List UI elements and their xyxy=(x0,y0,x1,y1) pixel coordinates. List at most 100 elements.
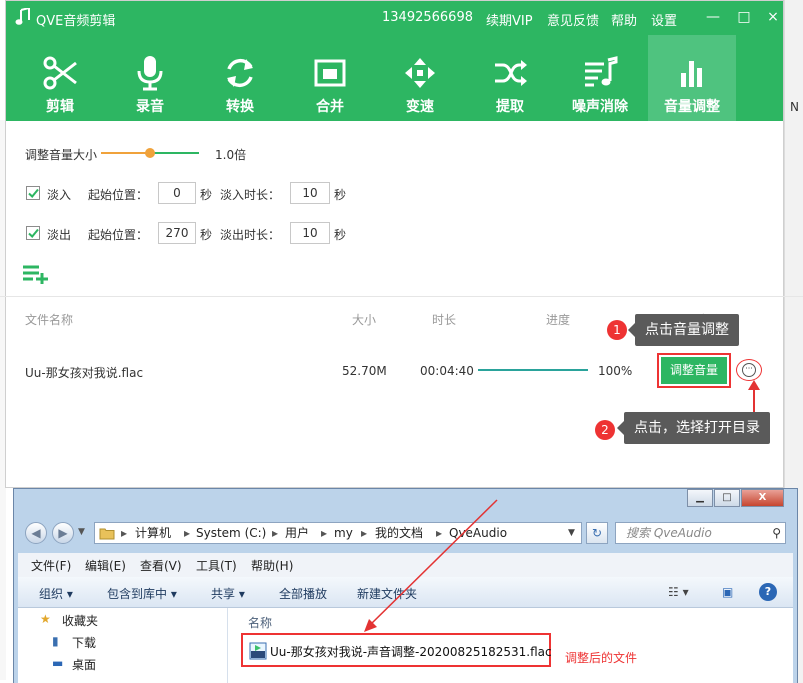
volume-slider-fill xyxy=(101,152,150,154)
preview-pane-icon[interactable]: ▣ xyxy=(722,585,733,599)
tool-volume-adjust[interactable]: 音量调整 xyxy=(648,35,736,121)
close-button[interactable]: × xyxy=(762,6,784,28)
music-note-icon xyxy=(15,8,30,25)
result-file-item[interactable]: Uu-那女孩对我说-声音调整-20200825182531.flac xyxy=(241,633,552,667)
explorer-minimize-button[interactable]: ▁ xyxy=(687,489,713,507)
tool-bar: 剪辑 录音 转换 合并 变速 提取 噪声消除 音量调整 xyxy=(6,35,783,121)
search-input[interactable]: 搜索 QveAudio ⚲ xyxy=(615,522,786,544)
fade-in-checkbox[interactable] xyxy=(26,186,40,200)
breadcrumb-users[interactable]: 用户 xyxy=(285,523,309,543)
adjust-volume-button[interactable]: 调整音量 xyxy=(657,353,731,388)
help-link[interactable]: 帮助 xyxy=(611,10,637,29)
merge-icon xyxy=(314,59,346,87)
nav-favorites[interactable]: 收藏夹 xyxy=(62,612,98,629)
tool-record[interactable]: 录音 xyxy=(106,35,194,121)
explorer-window: ▁ □ X ◀ ▶ ▼ ▸ 计算机 ▸ System (C:) ▸ 用户 ▸ m… xyxy=(13,488,798,683)
forward-button[interactable]: ▶ xyxy=(52,522,74,544)
result-file-name: Uu-那女孩对我说-声音调整-20200825182531.flac xyxy=(270,645,552,659)
fade-in-start-input[interactable]: 0 xyxy=(158,182,196,204)
microphone-icon xyxy=(137,56,163,91)
breadcrumb-qveaudio[interactable]: QveAudio xyxy=(449,523,507,543)
tool-convert[interactable]: 转换 xyxy=(196,35,284,121)
ellipsis-icon: ··· xyxy=(742,363,756,377)
settings-link[interactable]: 设置 xyxy=(651,10,677,29)
cmd-play-all[interactable]: 全部播放 xyxy=(279,585,327,602)
fade-out-duration-unit: 秒 xyxy=(334,228,347,242)
cmd-include-in-library[interactable]: 包含到库中 ▾ xyxy=(107,585,177,602)
volume-slider-knob[interactable] xyxy=(145,148,155,158)
fade-in-start-label: 起始位置： xyxy=(88,188,149,202)
maximize-button[interactable]: □ xyxy=(733,6,755,28)
extract-icon xyxy=(495,60,527,86)
menu-tools[interactable]: 工具(T) xyxy=(196,557,237,574)
row-progress-text: 100% xyxy=(598,364,633,378)
volume-bars-icon xyxy=(681,61,702,87)
renew-vip-link[interactable]: 续期VIP xyxy=(486,10,533,29)
fade-out-duration-label: 淡出时长： xyxy=(220,228,281,242)
add-files-icon[interactable] xyxy=(21,262,49,284)
tool-label: 转换 xyxy=(226,99,254,115)
explorer-maximize-button[interactable]: □ xyxy=(714,489,740,507)
fade-in-label: 淡入 xyxy=(47,188,72,202)
desktop-icon: ▬ xyxy=(52,656,64,670)
tool-extract[interactable]: 提取 xyxy=(466,35,554,121)
search-icon: ⚲ xyxy=(772,526,781,540)
explorer-body: ★ 收藏夹 ▮ 下载 ▬ 桌面 名称 Uu-那女孩对我说-声音调整-202008… xyxy=(18,608,793,683)
star-icon: ★ xyxy=(40,612,51,626)
column-size: 大小 xyxy=(352,313,377,327)
back-button[interactable]: ◀ xyxy=(25,522,47,544)
fade-in-start-unit: 秒 xyxy=(200,188,213,202)
breadcrumb-documents[interactable]: 我的文档 xyxy=(375,523,423,543)
tool-speed[interactable]: 变速 xyxy=(376,35,464,121)
row-progress-bar xyxy=(478,369,588,371)
menu-file[interactable]: 文件(F) xyxy=(31,557,71,574)
minimize-button[interactable]: — xyxy=(702,6,724,28)
row-file-name: Uu-那女孩对我说.flac xyxy=(25,366,144,380)
fade-out-checkbox[interactable] xyxy=(26,226,40,240)
menu-view[interactable]: 查看(V) xyxy=(140,557,182,574)
row-size: 52.70M xyxy=(342,364,387,378)
refresh-icon[interactable]: ↻ xyxy=(586,522,608,544)
column-name-header[interactable]: 名称 xyxy=(248,614,272,631)
fade-out-label: 淡出 xyxy=(47,228,72,242)
explorer-menu-bar: 文件(F) 编辑(E) 查看(V) 工具(T) 帮助(H) xyxy=(18,553,793,577)
breadcrumb-drive[interactable]: System (C:) xyxy=(196,523,266,543)
volume-value: 1.0倍 xyxy=(215,148,247,162)
tool-cut[interactable]: 剪辑 xyxy=(16,35,104,121)
fade-out-start-input[interactable]: 270 xyxy=(158,222,196,244)
fade-out-duration-input[interactable]: 10 xyxy=(290,222,330,244)
tool-merge[interactable]: 合并 xyxy=(286,35,374,121)
cmd-share[interactable]: 共享 ▾ xyxy=(211,585,245,602)
speed-icon xyxy=(405,58,435,88)
noise-icon xyxy=(585,56,618,87)
menu-help[interactable]: 帮助(H) xyxy=(251,557,293,574)
tool-label: 剪辑 xyxy=(46,99,74,115)
cmd-organize[interactable]: 组织 ▾ xyxy=(39,585,73,602)
nav-downloads[interactable]: 下载 xyxy=(72,634,96,651)
cmd-new-folder[interactable]: 新建文件夹 xyxy=(357,585,417,602)
tool-label: 录音 xyxy=(136,99,164,115)
fade-in-duration-input[interactable]: 10 xyxy=(290,182,330,204)
help-icon[interactable]: ? xyxy=(759,583,777,601)
address-dropdown-icon[interactable]: ▼ xyxy=(568,523,575,543)
feedback-link[interactable]: 意见反馈 xyxy=(547,10,599,29)
tool-noise-removal[interactable]: 噪声消除 xyxy=(556,35,644,121)
address-bar[interactable]: ▸ 计算机 ▸ System (C:) ▸ 用户 ▸ my ▸ 我的文档 ▸ Q… xyxy=(94,522,582,544)
more-options-button[interactable]: ··· xyxy=(736,359,762,381)
breadcrumb-user[interactable]: my xyxy=(334,523,353,543)
menu-edit[interactable]: 编辑(E) xyxy=(85,557,126,574)
explorer-close-button[interactable]: X xyxy=(741,489,784,507)
recent-pages-icon[interactable]: ▼ xyxy=(78,527,85,537)
tool-label: 噪声消除 xyxy=(572,99,628,115)
breadcrumb-separator: ▸ xyxy=(184,526,191,540)
step-1-tooltip: 点击音量调整 xyxy=(628,314,739,346)
breadcrumb-separator: ▸ xyxy=(436,526,443,540)
download-folder-icon: ▮ xyxy=(52,634,59,648)
nav-desktop[interactable]: 桌面 xyxy=(72,656,96,673)
breadcrumb-computer[interactable]: 计算机 xyxy=(135,523,171,543)
view-options-icon[interactable]: ☷ ▾ xyxy=(668,585,689,599)
navigation-pane: ★ 收藏夹 ▮ 下载 ▬ 桌面 xyxy=(18,608,228,683)
tool-label: 提取 xyxy=(496,99,524,115)
tool-label: 合并 xyxy=(316,99,344,115)
convert-icon xyxy=(227,58,253,88)
